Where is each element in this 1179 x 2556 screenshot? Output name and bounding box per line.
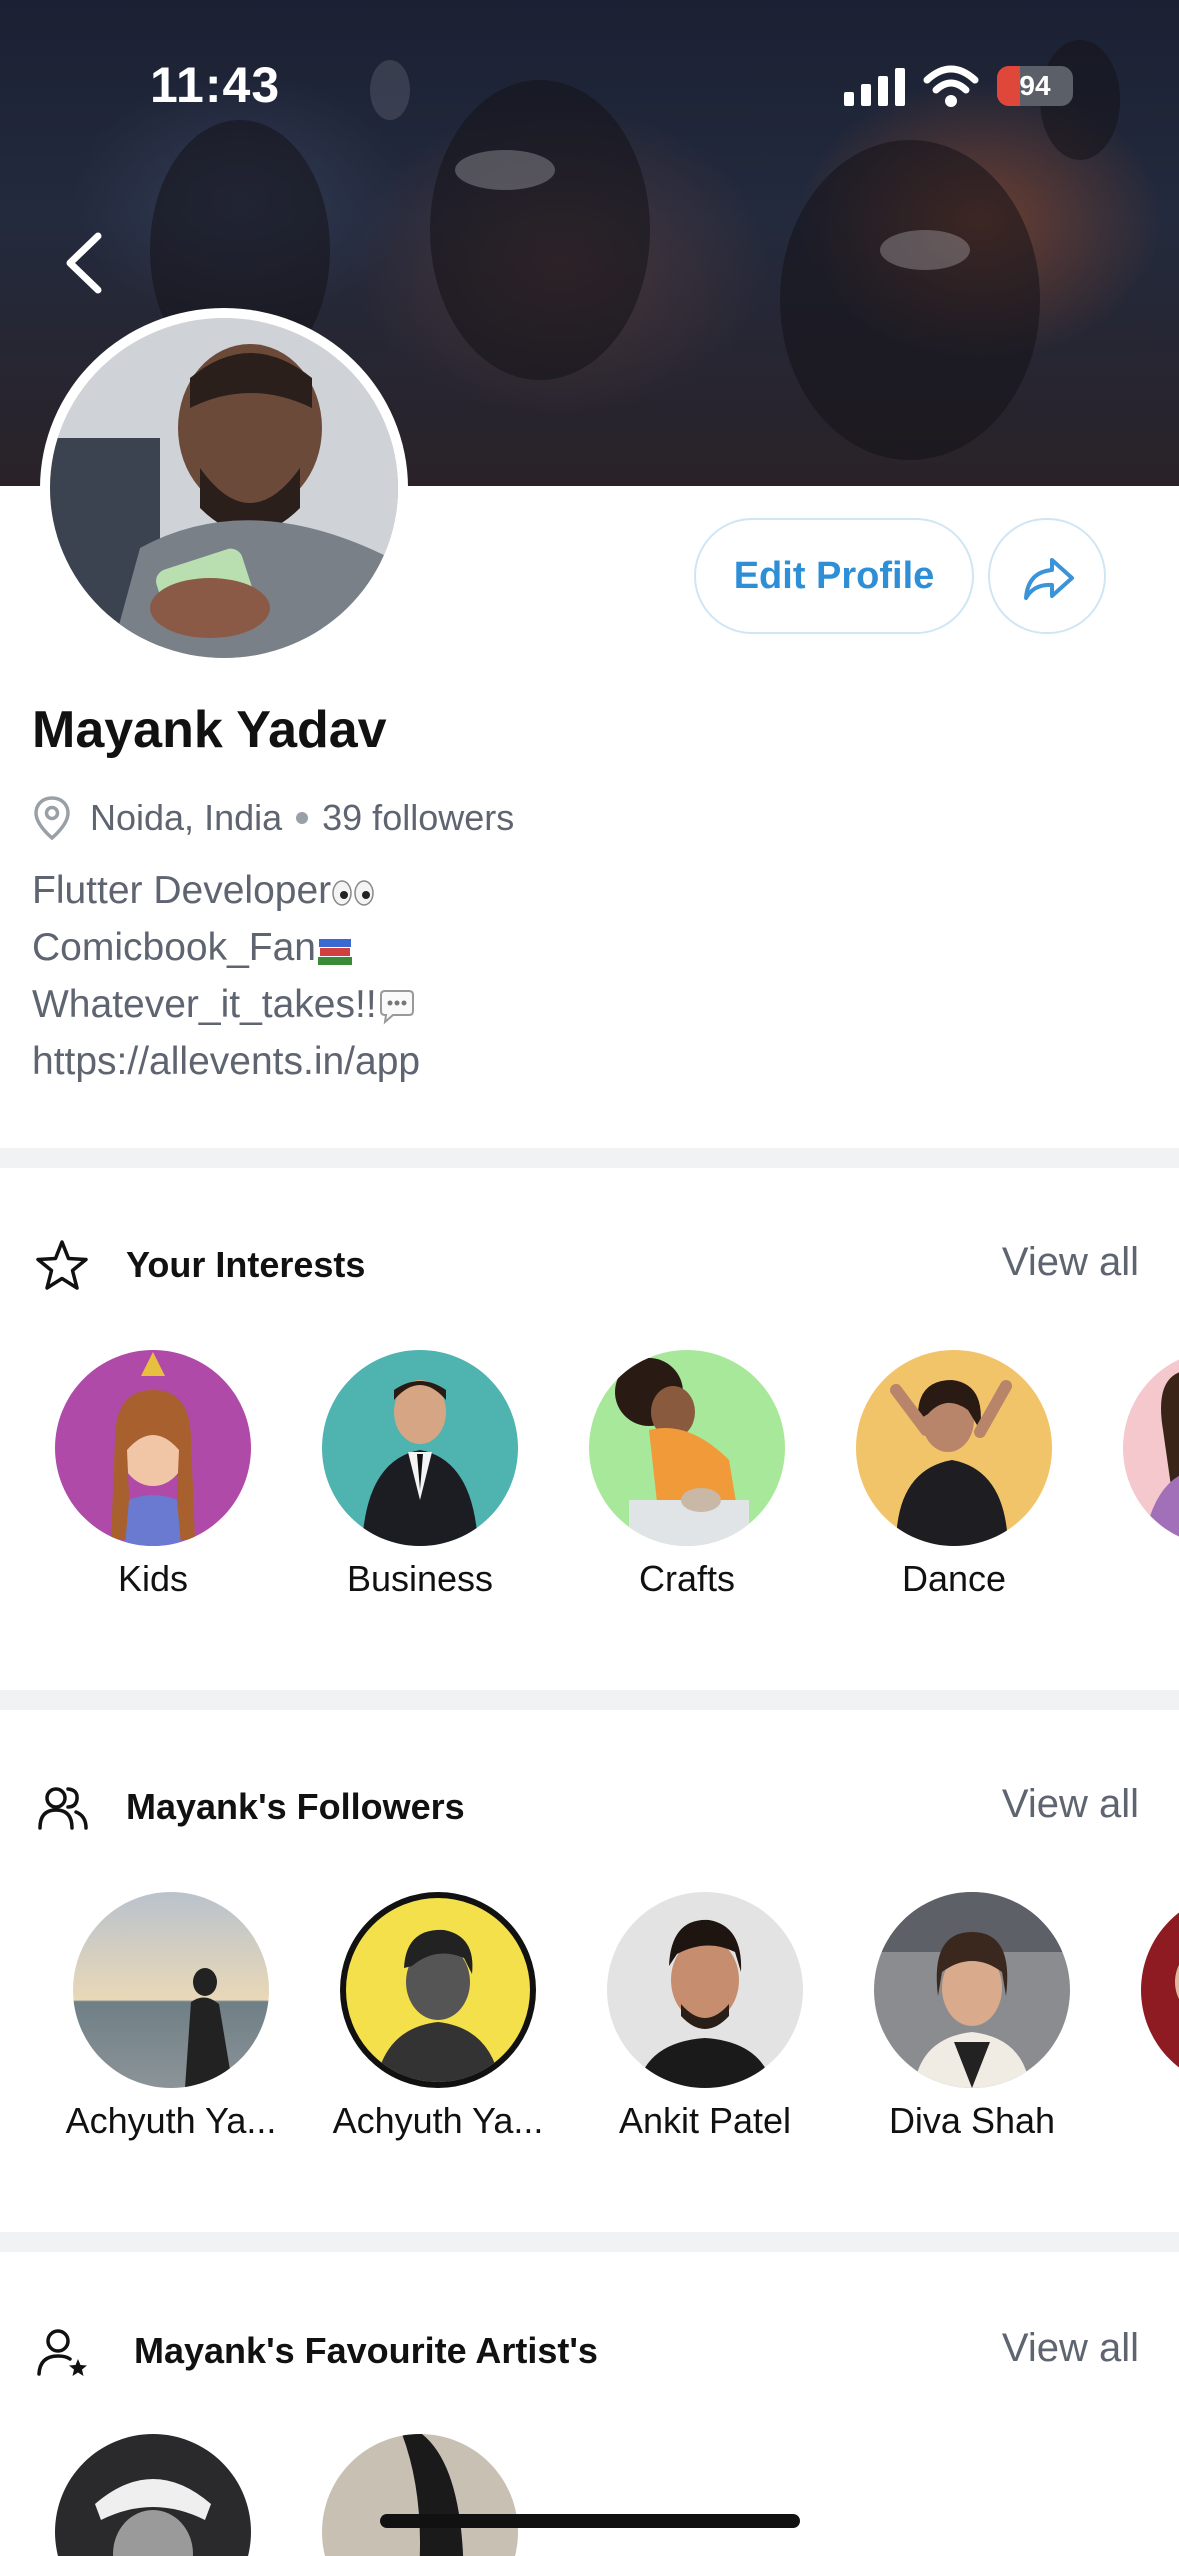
user-star-icon (37, 2329, 87, 2376)
interest-fe-image[interactable] (1123, 1350, 1179, 1546)
share-icon (1024, 558, 1074, 600)
location-text: Noida, India (90, 797, 283, 838)
interest-label: Dance (901, 1558, 1007, 1599)
interest-dance-image[interactable] (856, 1350, 1052, 1546)
follower-name: HE (1109, 2100, 1179, 2142)
bio-line: Whatever_it_takes!! (32, 976, 420, 1033)
profile-name: Mayank Yadav (32, 701, 387, 759)
followers-count[interactable]: 39 followers (322, 797, 514, 839)
people-icon (38, 1787, 88, 1830)
status-bar: 11:43 94 (0, 0, 1179, 160)
section-divider (0, 1148, 1179, 1168)
follower-name: Achyuth Ya... (65, 2100, 277, 2141)
follower-avatar[interactable] (340, 1892, 536, 2088)
books-emoji-icon (317, 938, 352, 965)
artist-avatar[interactable] (322, 2434, 518, 2556)
profile-bio: Flutter Developer Comicbook_Fan Whatever… (32, 862, 420, 1090)
artists-view-all[interactable]: View all (1002, 2326, 1139, 2371)
profile-avatar[interactable] (40, 308, 408, 668)
interest-label: Business (346, 1558, 494, 1599)
separator-dot (296, 812, 309, 824)
home-indicator[interactable] (380, 2514, 800, 2528)
followers-header: Mayank's Followers View all (0, 1766, 1179, 1846)
interest-label: Kids (117, 1558, 189, 1599)
artists-title: Mayank's Favourite Artist's (134, 2330, 598, 2371)
speech-bubble-emoji-icon (379, 989, 414, 1025)
followers-row: Achyuth Ya... Achyuth Ya... Ankit Patel … (0, 1888, 1179, 2168)
interest-crafts-image[interactable] (589, 1350, 785, 1546)
interests-header: Your Interests View all (0, 1224, 1179, 1304)
profile-meta: Noida, India 39 followers (32, 792, 514, 844)
star-icon (36, 1240, 88, 1290)
follower-name: Ankit Patel (618, 2100, 792, 2141)
battery-level: 94 (1019, 70, 1051, 101)
clock: 11:43 (150, 57, 281, 113)
edit-profile-button[interactable]: Edit Profile (694, 518, 974, 634)
bio-line: Comicbook_Fan (32, 919, 420, 976)
interests-row: Kids Business Crafts Dance Fe (0, 1346, 1179, 1626)
interest-kids-image[interactable] (55, 1350, 251, 1546)
follower-avatar[interactable] (874, 1892, 1070, 2088)
bio-link[interactable]: https://allevents.in/app (32, 1033, 420, 1090)
wifi-icon (923, 65, 979, 107)
follower-name: Diva Shah (888, 2100, 1056, 2141)
interests-view-all[interactable]: View all (1002, 1240, 1139, 1285)
follower-avatar[interactable] (607, 1892, 803, 2088)
follower-avatar[interactable] (73, 1892, 269, 2088)
followers-title: Mayank's Followers (126, 1786, 465, 1827)
interests-title: Your Interests (126, 1244, 366, 1285)
battery-icon: 94 (997, 66, 1073, 106)
location-pin-icon (34, 796, 70, 841)
artist-avatar[interactable] (55, 2434, 251, 2556)
follower-name: Achyuth Ya... (332, 2100, 544, 2141)
back-icon[interactable] (58, 228, 112, 298)
eyes-emoji-icon (332, 879, 374, 906)
artists-row (0, 2430, 1179, 2556)
followers-view-all[interactable]: View all (1002, 1782, 1139, 1827)
follower-avatar[interactable] (1141, 1892, 1179, 2088)
avatar-photo (50, 318, 398, 658)
artists-header: Mayank's Favourite Artist's View all (0, 2310, 1179, 2390)
section-divider (0, 1690, 1179, 1710)
interest-label: Fe (1091, 1558, 1179, 1600)
interest-label: Crafts (638, 1558, 735, 1599)
share-button[interactable] (988, 518, 1106, 634)
bio-line: Flutter Developer (32, 862, 420, 919)
interest-business-image[interactable] (322, 1350, 518, 1546)
cellular-signal-icon (844, 68, 905, 106)
section-divider (0, 2232, 1179, 2252)
